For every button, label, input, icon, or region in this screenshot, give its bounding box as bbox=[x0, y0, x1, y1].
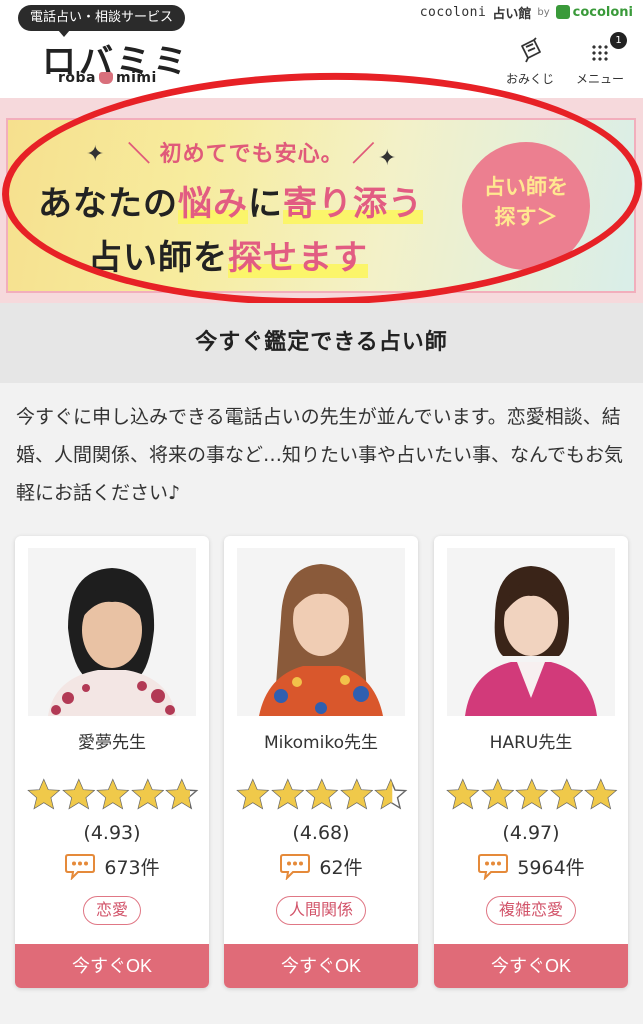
review-count: 62件 bbox=[224, 852, 418, 880]
portrait-image bbox=[237, 548, 405, 716]
review-count-text: 5964件 bbox=[517, 856, 585, 879]
fortune-teller-name: HARU先生 bbox=[489, 733, 573, 753]
partner-by: by bbox=[537, 6, 550, 18]
star-icon bbox=[130, 778, 165, 810]
rating-value: (4.93) bbox=[83, 822, 141, 844]
partner-brand-label: cocoloni bbox=[572, 4, 633, 20]
menu-icon: 1 bbox=[586, 32, 627, 64]
headline-highlight: 寄り添う bbox=[283, 184, 423, 224]
logo-en-right: mimi bbox=[116, 70, 157, 86]
fortune-teller-photo[interactable] bbox=[237, 548, 405, 716]
partner-kan: 占い館 bbox=[492, 6, 532, 22]
star-icon bbox=[61, 778, 95, 810]
star-icon bbox=[515, 778, 549, 810]
specialty-tag[interactable]: 恋愛 bbox=[82, 896, 142, 925]
rating-value: (4.97) bbox=[502, 822, 560, 844]
fortune-teller-name: Mikomiko先生 bbox=[264, 733, 378, 753]
specialty-tag[interactable]: 複雑恋愛 bbox=[485, 896, 577, 925]
star-icon bbox=[480, 778, 514, 810]
omikuji-button[interactable]: おみくじ bbox=[500, 36, 560, 87]
star-rating bbox=[236, 778, 408, 812]
review-count: 5964件 bbox=[434, 852, 628, 880]
fortune-teller-photo[interactable] bbox=[28, 548, 196, 716]
star-icon bbox=[549, 778, 584, 810]
service-badge: 電話占い・相談サービス bbox=[18, 5, 186, 37]
available-now-button[interactable]: 今すぐOK bbox=[224, 944, 418, 988]
speech-bubble-icon bbox=[478, 854, 509, 880]
available-now-button[interactable]: 今すぐOK bbox=[15, 944, 209, 988]
omikuji-label: おみくじ bbox=[505, 72, 554, 86]
speech-bubble-icon bbox=[280, 854, 311, 880]
specialty-tag[interactable]: 人間関係 bbox=[275, 896, 367, 925]
star-icon bbox=[305, 778, 339, 810]
star-icon bbox=[96, 778, 130, 810]
grid-dots-icon bbox=[591, 44, 609, 62]
star-icon bbox=[446, 778, 480, 810]
menu-button[interactable]: 1 メニュー bbox=[568, 32, 632, 87]
partner-brand: cocoloni bbox=[555, 4, 633, 20]
banner-area: ✦ ✦ ＼ 初めてでも安心。 ／ あなたの悩みに寄り添う 占い師を探せます 占い… bbox=[0, 98, 643, 303]
partner-link[interactable]: cocoloni 占い館 by cocoloni bbox=[420, 2, 633, 22]
headline-text: 占い師を bbox=[88, 238, 228, 278]
speech-bubble-icon bbox=[65, 854, 96, 880]
available-now-button[interactable]: 今すぐOK bbox=[434, 944, 628, 988]
find-fortune-teller-button[interactable]: 占い師を 探す＞ bbox=[462, 142, 590, 270]
site-logo-en[interactable]: roba mimi bbox=[58, 70, 157, 86]
review-count: 673件 bbox=[15, 852, 209, 880]
review-count-text: 673件 bbox=[104, 856, 160, 879]
star-icon bbox=[236, 778, 270, 810]
star-icon bbox=[339, 778, 374, 810]
sparkle-icon: ✦ bbox=[86, 142, 105, 167]
fortune-teller-card[interactable]: Mikomiko先生 (4.68) 62件 人間関係 今すぐOK bbox=[224, 536, 418, 988]
star-icon bbox=[584, 778, 618, 810]
star-icon bbox=[27, 778, 61, 810]
star-rating bbox=[446, 778, 618, 812]
rating-value: (4.68) bbox=[292, 822, 350, 844]
cta-line-1: 占い師を bbox=[484, 175, 568, 199]
review-count-text: 62件 bbox=[319, 856, 363, 879]
headline-highlight: 悩み bbox=[178, 184, 248, 224]
promo-banner[interactable]: ✦ ✦ ＼ 初めてでも安心。 ／ あなたの悩みに寄り添う 占い師を探せます 占い… bbox=[6, 118, 636, 293]
logo-en-left: roba bbox=[58, 70, 96, 86]
cat-icon bbox=[99, 72, 113, 84]
menu-label: メニュー bbox=[575, 72, 624, 86]
headline-text: に bbox=[248, 184, 283, 224]
site-header: 電話占い・相談サービス ロバミミ roba mimi cocoloni 占い館 … bbox=[0, 0, 643, 98]
omikuji-icon bbox=[521, 37, 541, 63]
sparkle-icon: ✦ bbox=[378, 146, 397, 171]
headline-highlight: 探せます bbox=[228, 238, 368, 278]
star-icon bbox=[374, 778, 408, 810]
fortune-teller-card[interactable]: 愛夢先生 (4.93) 673件 恋愛 今すぐOK bbox=[15, 536, 209, 988]
star-icon bbox=[165, 778, 199, 810]
cta-line-2: 探す＞ bbox=[494, 205, 558, 229]
star-rating bbox=[27, 778, 199, 812]
banner-headline-1: あなたの悩みに寄り添う bbox=[38, 176, 423, 225]
portrait-image bbox=[447, 548, 615, 716]
banner-sub-copy: ＼ 初めてでも安心。 ／ bbox=[128, 142, 376, 167]
headline-text: あなたの bbox=[38, 184, 178, 224]
portrait-image bbox=[28, 548, 196, 716]
partner-text: cocoloni bbox=[419, 4, 487, 20]
fortune-teller-card[interactable]: HARU先生 (4.97) 5964件 複雑恋愛 今すぐOK bbox=[434, 536, 628, 988]
fortune-teller-name: 愛夢先生 bbox=[78, 733, 146, 753]
section-title: 今すぐ鑑定できる占い師 bbox=[0, 303, 643, 383]
cocoloni-icon bbox=[555, 5, 570, 19]
banner-headline-2: 占い師を探せます bbox=[88, 230, 368, 279]
fortune-teller-photo[interactable] bbox=[447, 548, 615, 716]
section-intro: 今すぐに申し込みできる電話占いの先生が並んでいます。恋愛相談、結婚、人間関係、将… bbox=[16, 406, 624, 504]
notification-badge: 1 bbox=[610, 32, 627, 49]
star-icon bbox=[270, 778, 304, 810]
